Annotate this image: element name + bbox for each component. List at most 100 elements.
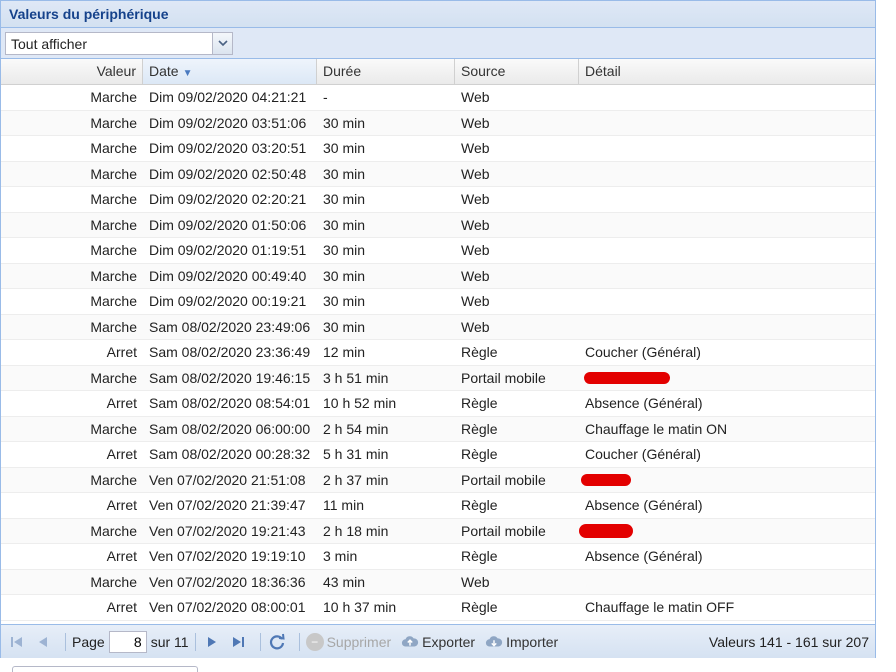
column-header-valeur[interactable]: Valeur <box>1 59 143 84</box>
cell-valeur: Arret <box>106 599 137 615</box>
table-row[interactable]: Marche Dim 09/02/2020 03:20:51 30 min Web <box>1 136 875 162</box>
partial-button[interactable] <box>12 666 198 672</box>
cell-duree: 30 min <box>323 191 366 207</box>
cell-duree: 5 h 31 min <box>323 446 389 462</box>
cell-source: Web <box>461 216 490 233</box>
cell-valeur: Arret <box>106 497 137 513</box>
cell-detail: Absence (Général) <box>585 548 703 564</box>
cell-date: Ven 07/02/2020 18:36:36 <box>149 573 306 590</box>
cell-duree: 30 min <box>323 242 366 258</box>
page-number-input[interactable] <box>108 630 147 653</box>
cell-date: Dim 09/02/2020 00:19:21 <box>149 293 307 309</box>
table-row[interactable]: Marche Dim 09/02/2020 04:21:21- Web <box>1 85 875 111</box>
delete-button[interactable]: − Supprimer <box>305 632 392 651</box>
table-row[interactable]: Arret Ven 07/02/2020 08:00:01 10 h 37 min R… <box>1 595 875 621</box>
cell-date: Sam 08/02/2020 08:54:01 <box>149 395 311 411</box>
table-row[interactable]: Arret Sam 08/02/2020 23:36:49 12 min Règle C… <box>1 340 875 366</box>
cell-date: Dim 09/02/2020 03:20:51 <box>149 140 307 156</box>
cell-source: Règle <box>461 395 498 411</box>
cell-source: Web <box>461 89 490 105</box>
cell-detail: Chauffage le matin OFF <box>585 599 735 615</box>
column-header-source[interactable]: Source <box>455 59 579 84</box>
cell-duree: 30 min <box>323 140 366 156</box>
cell-source: Web <box>461 140 490 156</box>
cell-detail <box>579 570 875 595</box>
device-values-panel: Valeurs du périphérique Tout afficher Va… <box>0 0 876 658</box>
cell-valeur: Marche <box>90 216 137 233</box>
cell-source: Règle <box>461 497 498 513</box>
table-row[interactable]: Arret Ven 07/02/2020 21:39:47 11 min Règle A… <box>1 493 875 519</box>
cell-detail <box>579 264 875 289</box>
filter-toolbar: Tout afficher <box>1 28 875 59</box>
cell-detail <box>579 213 875 238</box>
cell-source: Portail mobile <box>461 522 546 539</box>
table-row[interactable]: Arret Ven 07/02/2020 19:19:10 3 min Règle Ab… <box>1 544 875 570</box>
toolbar-separator <box>259 632 261 651</box>
table-row[interactable]: Marche Sam 08/02/2020 06:00:00 2 h 54 min R… <box>1 416 875 442</box>
table-row[interactable]: Marche Dim 09/02/2020 02:50:48 30 min Web <box>1 161 875 187</box>
next-page-icon[interactable] <box>202 631 222 653</box>
redaction-mark <box>579 523 633 538</box>
cell-valeur: Marche <box>90 114 137 131</box>
filter-select[interactable]: Tout afficher <box>5 32 233 55</box>
cell-detail <box>579 111 875 136</box>
panel-header: Valeurs du périphérique <box>1 1 875 28</box>
export-button[interactable]: Exporter <box>401 633 475 651</box>
table-row[interactable]: Marche Sam 08/02/2020 19:46:15 3 h 51 min P… <box>1 365 875 391</box>
cell-valeur: Marche <box>90 293 137 309</box>
cell-date: Ven 07/02/2020 19:21:43 <box>149 522 306 539</box>
table-row[interactable]: Arret Sam 08/02/2020 00:28:32 5 h 31 min Rè… <box>1 442 875 468</box>
refresh-icon[interactable] <box>267 631 287 653</box>
last-page-icon[interactable] <box>228 631 248 653</box>
cell-duree: 2 h 54 min <box>323 420 389 437</box>
column-header-duree[interactable]: Durée <box>317 59 455 84</box>
cell-duree: 30 min <box>323 267 366 284</box>
cell-source: Web <box>461 242 490 258</box>
cell-valeur: Arret <box>106 446 137 462</box>
filter-select-value[interactable]: Tout afficher <box>6 33 212 54</box>
cell-valeur: Marche <box>90 420 137 437</box>
table-row[interactable]: Marche Dim 09/02/2020 03:51:06 30 min Web <box>1 110 875 136</box>
cell-date: Ven 07/02/2020 21:51:08 <box>149 471 306 488</box>
prev-page-icon[interactable] <box>33 631 53 653</box>
cell-duree: 30 min <box>323 216 366 233</box>
chevron-down-icon[interactable] <box>212 33 232 54</box>
delete-icon: − <box>305 632 324 651</box>
cell-source: Règle <box>461 599 498 615</box>
table-row[interactable]: Marche Ven 07/02/2020 19:21:43 2 h 18 min P… <box>1 518 875 544</box>
table-row[interactable]: Marche Ven 07/02/2020 21:51:08 2 h 37 min P… <box>1 467 875 493</box>
table-row[interactable]: Marche Dim 09/02/2020 01:19:51 30 min Web <box>1 238 875 264</box>
cell-detail <box>579 315 875 340</box>
table-row[interactable]: Marche Dim 09/02/2020 00:19:21 30 min Web <box>1 289 875 315</box>
cell-date: Sam 08/02/2020 06:00:00 <box>149 420 311 437</box>
cell-valeur: Marche <box>90 89 137 105</box>
table-row[interactable]: Marche Dim 09/02/2020 01:50:06 30 min Web <box>1 212 875 238</box>
toolbar-separator <box>298 632 300 651</box>
cell-date: Dim 09/02/2020 02:50:48 <box>149 165 307 182</box>
table-row[interactable]: Marche Dim 09/02/2020 02:20:21 30 min Web <box>1 187 875 213</box>
table-row[interactable]: Arret Sam 08/02/2020 08:54:01 10 h 52 min R… <box>1 391 875 417</box>
cell-source: Web <box>461 573 490 590</box>
cell-detail: Coucher (Général) <box>585 446 701 462</box>
cell-date: Dim 09/02/2020 04:21:21 <box>149 89 307 105</box>
table-row[interactable]: Marche Ven 07/02/2020 18:36:36 43 min Web <box>1 569 875 595</box>
grid-body: Marche Dim 09/02/2020 04:21:21- Web Marche… <box>1 85 875 621</box>
export-label: Exporter <box>422 633 476 650</box>
cell-duree: 30 min <box>323 293 366 309</box>
cell-duree: 3 h 51 min <box>323 369 389 386</box>
page-count-label: sur 11 <box>150 633 189 650</box>
cell-valeur: Marche <box>90 318 137 335</box>
table-row[interactable]: Marche Sam 08/02/2020 23:49:06 30 min Web <box>1 314 875 340</box>
cell-detail <box>579 162 875 187</box>
import-button[interactable]: Importer <box>485 633 558 651</box>
column-header-detail[interactable]: Détail <box>579 59 875 84</box>
table-row[interactable]: Marche Dim 09/02/2020 00:49:40 30 min Web <box>1 263 875 289</box>
column-header-date[interactable]: Date ▼ <box>143 59 317 84</box>
delete-label: Supprimer <box>326 633 392 650</box>
cloud-download-icon <box>485 633 503 651</box>
cell-detail <box>579 136 875 161</box>
cell-date: Ven 07/02/2020 19:19:10 <box>149 548 306 564</box>
sort-descending-icon: ▼ <box>182 68 193 79</box>
first-page-icon[interactable] <box>7 631 27 653</box>
cell-valeur: Arret <box>106 344 137 360</box>
